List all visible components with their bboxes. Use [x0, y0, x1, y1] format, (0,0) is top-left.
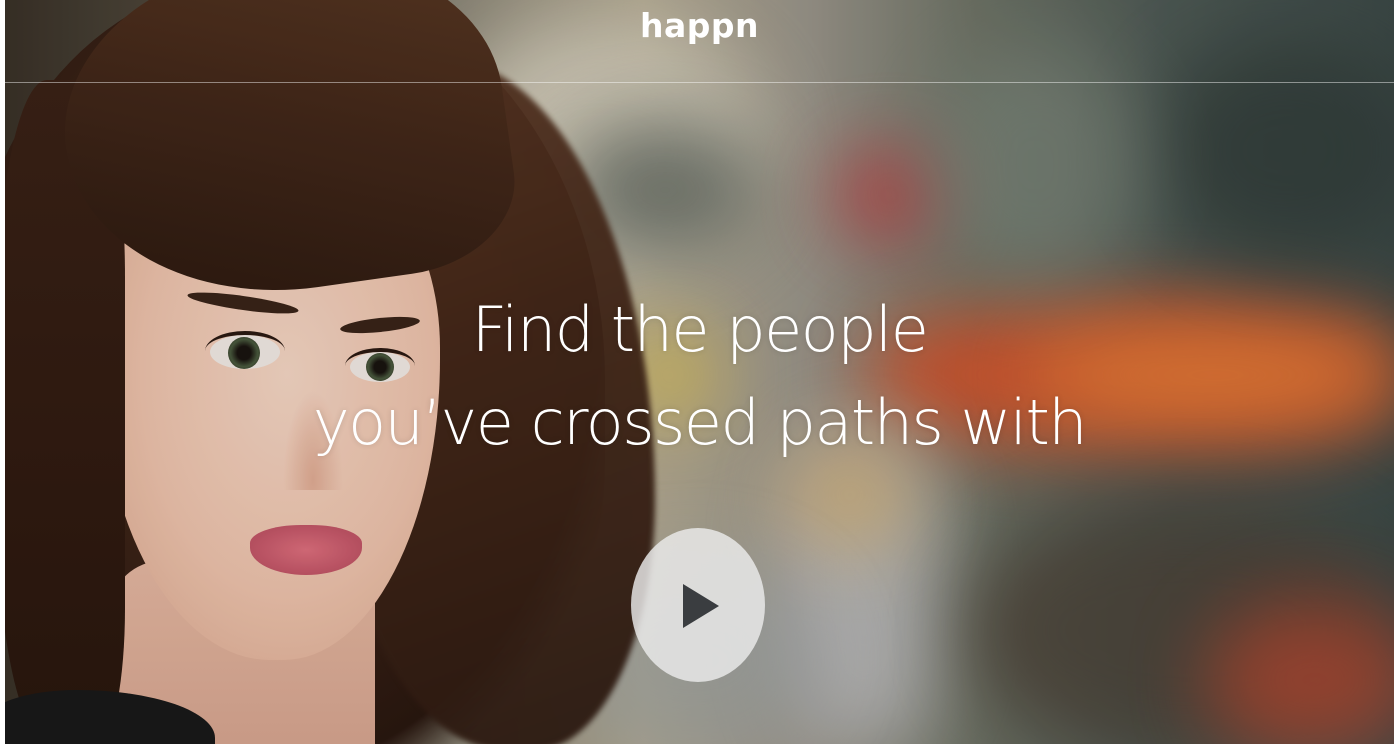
site-header: happn	[5, 0, 1394, 83]
headline-line-2: you’ve crossed paths with	[312, 386, 1088, 459]
play-video-button[interactable]	[631, 528, 765, 682]
page-frame: happn Find the people you’ve crossed pat…	[5, 0, 1394, 744]
happn-logo[interactable]: happn	[5, 6, 1394, 45]
play-icon	[683, 584, 719, 628]
headline-line-1: Find the people	[471, 293, 929, 366]
hero-headline: Find the people you’ve crossed paths wit…	[5, 283, 1394, 469]
